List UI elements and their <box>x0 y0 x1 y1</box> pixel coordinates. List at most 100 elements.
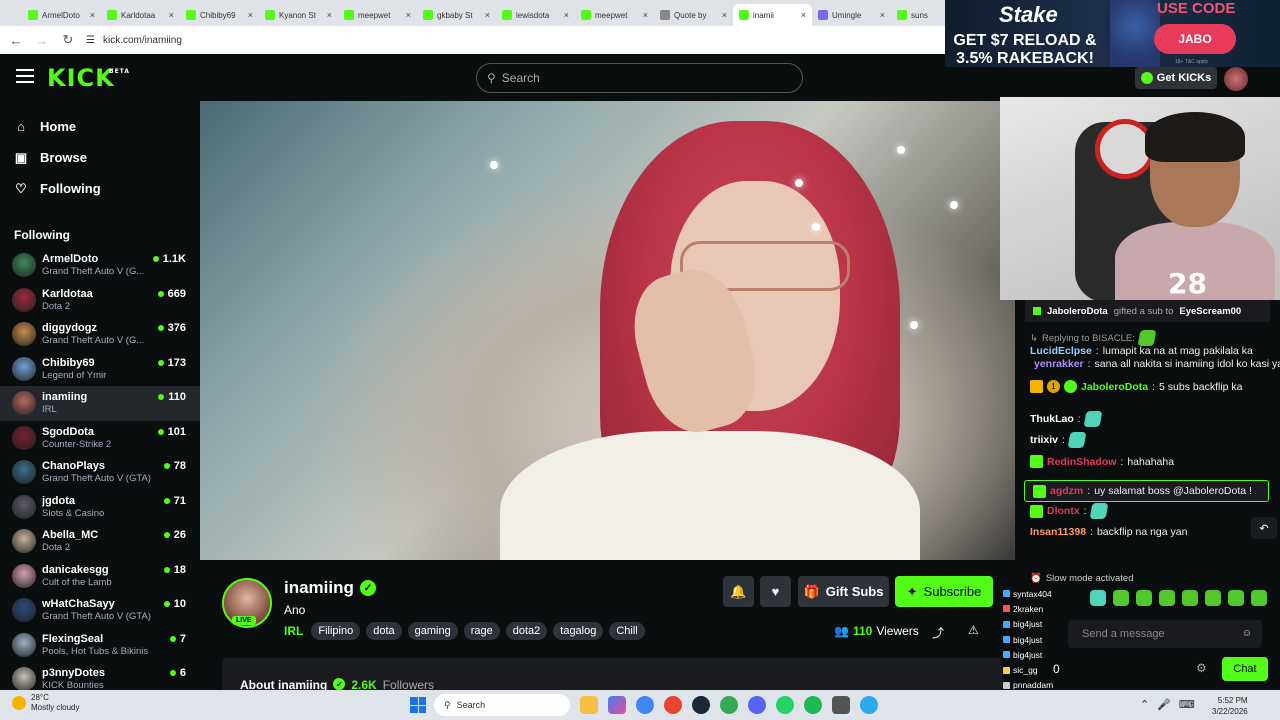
following-channel-whatchasayy[interactable]: wHatChaSayy Grand Theft Auto V (GTA) 10 <box>0 593 200 628</box>
following-channel-karldotaa[interactable]: Karldotaa Dota 2 669 <box>0 283 200 318</box>
tab-close-icon[interactable]: × <box>722 10 727 20</box>
browser-tab[interactable]: Karldotaa × <box>101 4 180 26</box>
emote-button[interactable] <box>1228 590 1244 606</box>
ad-code-button[interactable]: JABO <box>1154 24 1236 54</box>
tab-close-icon[interactable]: × <box>90 10 95 20</box>
sidebar-nav-browse[interactable]: ▣ Browse <box>0 142 200 173</box>
tab-close-icon[interactable]: × <box>485 10 490 20</box>
tab-close-icon[interactable]: × <box>327 10 332 20</box>
chat-username[interactable]: JaboleroDota <box>1081 381 1148 393</box>
following-channel-abella_mc[interactable]: Abella_MC Dota 2 26 <box>0 524 200 559</box>
back-icon[interactable]: ← <box>8 33 24 48</box>
chat-username[interactable]: LucidEclpse <box>1030 345 1092 357</box>
weather-widget[interactable]: 28°C Mostly cloudy <box>12 693 79 713</box>
chat-username[interactable]: RedinShadow <box>1047 456 1116 468</box>
following-channel-armeldoto[interactable]: ArmelDoto Grand Theft Auto V (G... 1.1K <box>0 248 200 283</box>
follow-heart-button[interactable]: ♥ <box>760 576 791 607</box>
reload-icon[interactable]: ↻ <box>60 32 76 48</box>
following-channel-chanoplays[interactable]: ChanoPlays Grand Theft Auto V (GTA) 78 <box>0 455 200 490</box>
emote-button[interactable] <box>1205 590 1221 606</box>
emoji-icon[interactable]: ☺ <box>1242 628 1252 639</box>
video-player[interactable] <box>200 101 1015 560</box>
report-icon[interactable]: ⚠ <box>968 623 979 637</box>
profile-avatar[interactable] <box>1224 67 1248 91</box>
chat-username[interactable]: Dlontx <box>1047 505 1080 517</box>
site-info-icon[interactable]: ☰ <box>86 35 95 46</box>
following-channel-danicakesgg[interactable]: danicakesgg Cult of the Lamb 18 <box>0 559 200 594</box>
browser-tab[interactable]: meepwet × <box>338 4 417 26</box>
chat-settings-icon[interactable]: ⚙ <box>1196 661 1207 675</box>
taskbar-search[interactable]: ⚲ Search <box>434 694 570 716</box>
tab-close-icon[interactable]: × <box>880 10 885 20</box>
stream-tag[interactable]: Chill <box>609 622 645 640</box>
chat-input[interactable]: Send a message ☺ <box>1068 620 1262 648</box>
url-field[interactable]: ☰ kick.com/inamiing <box>86 35 182 46</box>
telegram-icon[interactable] <box>860 696 878 714</box>
chrome-icon[interactable] <box>636 696 654 714</box>
spotify-icon[interactable] <box>804 696 822 714</box>
chrome-icon[interactable] <box>720 696 738 714</box>
gift-subs-button[interactable]: 🎁 Gift Subs <box>798 576 889 607</box>
browser-tab[interactable]: meepwet × <box>575 4 654 26</box>
following-channel-flexingseal[interactable]: FlexingSeal Pools, Hot Tubs & Bikinis 7 <box>0 628 200 663</box>
tab-close-icon[interactable]: × <box>643 10 648 20</box>
browser-tab[interactable]: ArmelDoto × <box>22 4 101 26</box>
notification-bell-button[interactable]: 🔔 <box>723 576 754 607</box>
chevron-up-icon[interactable]: ⌃ <box>1140 698 1149 711</box>
tab-close-icon[interactable]: × <box>406 10 411 20</box>
chrome-icon[interactable] <box>664 696 682 714</box>
menu-icon[interactable] <box>16 69 34 85</box>
forward-icon[interactable]: → <box>34 33 50 48</box>
browser-tab[interactable]: Umingle × <box>812 4 891 26</box>
channel-name[interactable]: inamiing <box>284 578 354 598</box>
network-icon[interactable]: ⌨ <box>1179 698 1195 711</box>
stream-tag[interactable]: dota <box>366 622 402 640</box>
stream-tag[interactable]: tagalog <box>553 622 604 640</box>
following-channel-sgoddota[interactable]: SgodDota Counter-Strike 2 101 <box>0 421 200 456</box>
send-chat-button[interactable]: Chat <box>1222 657 1268 681</box>
calculator-icon[interactable] <box>832 696 850 714</box>
kick-logo[interactable]: KICK BETA <box>47 64 129 92</box>
tab-close-icon[interactable]: × <box>801 10 806 20</box>
browser-tab[interactable]: Chibiby69 × <box>180 4 259 26</box>
pinned-target[interactable]: EyeScream00 <box>1179 306 1241 317</box>
chat-username[interactable]: Insan11398 <box>1030 526 1086 538</box>
windows-start-icon[interactable] <box>410 697 426 713</box>
tab-close-icon[interactable]: × <box>564 10 569 20</box>
tab-close-icon[interactable]: × <box>169 10 174 20</box>
system-clock[interactable]: 5:52 PM 3/22/2026 <box>1212 695 1248 717</box>
share-icon[interactable]: ⤴ <box>932 624 944 641</box>
tab-close-icon[interactable]: × <box>248 10 253 20</box>
browser-tab[interactable]: inamii × <box>733 4 812 26</box>
search-input[interactable]: ⚲ Search <box>476 63 803 93</box>
following-channel-inamiing[interactable]: inamiing IRL 110 <box>0 386 200 421</box>
emote-button[interactable] <box>1113 590 1129 606</box>
browser-tab[interactable]: lewisdota × <box>496 4 575 26</box>
stream-tag[interactable]: gaming <box>407 622 458 640</box>
stream-tag[interactable]: rage <box>463 622 500 640</box>
following-channel-jgdota[interactable]: jgdota Slots & Casino 71 <box>0 490 200 525</box>
chat-username[interactable]: agdzm <box>1050 485 1083 497</box>
file-explorer-icon[interactable] <box>580 696 598 714</box>
whatsapp-icon[interactable] <box>776 696 794 714</box>
scroll-to-latest-button[interactable]: ↶ <box>1251 517 1277 539</box>
stream-tag[interactable]: dota2 <box>505 622 548 640</box>
steam-icon[interactable] <box>692 696 710 714</box>
browser-tab[interactable]: gkbaby St × <box>417 4 496 26</box>
microphone-icon[interactable]: 🎤 <box>1157 698 1171 711</box>
browser-tab[interactable]: Kyanon St × <box>259 4 338 26</box>
discord-icon[interactable] <box>748 696 766 714</box>
following-channel-chibiby69[interactable]: Chibiby69 Legend of Ymir 173 <box>0 352 200 387</box>
stream-category[interactable]: IRL <box>284 624 303 638</box>
stake-ad-banner[interactable]: Stake GET $7 RELOAD & 3.5% RAKEBACK! USE… <box>945 0 1280 67</box>
pinned-user[interactable]: JaboleroDota <box>1047 306 1108 317</box>
browser-tab[interactable]: Quote by × <box>654 4 733 26</box>
emote-button[interactable] <box>1090 590 1106 606</box>
subscribe-button[interactable]: ✦ Subscribe <box>895 576 993 607</box>
sidebar-nav-following[interactable]: ♡ Following <box>0 173 200 204</box>
following-channel-diggydogz[interactable]: diggydogz Grand Theft Auto V (G... 376 <box>0 317 200 352</box>
chat-username[interactable]: yenrakker <box>1034 358 1084 370</box>
chat-username[interactable]: ThukLao <box>1030 413 1074 425</box>
sidebar-nav-home[interactable]: ⌂ Home <box>0 111 200 142</box>
emote-button[interactable] <box>1251 590 1267 606</box>
